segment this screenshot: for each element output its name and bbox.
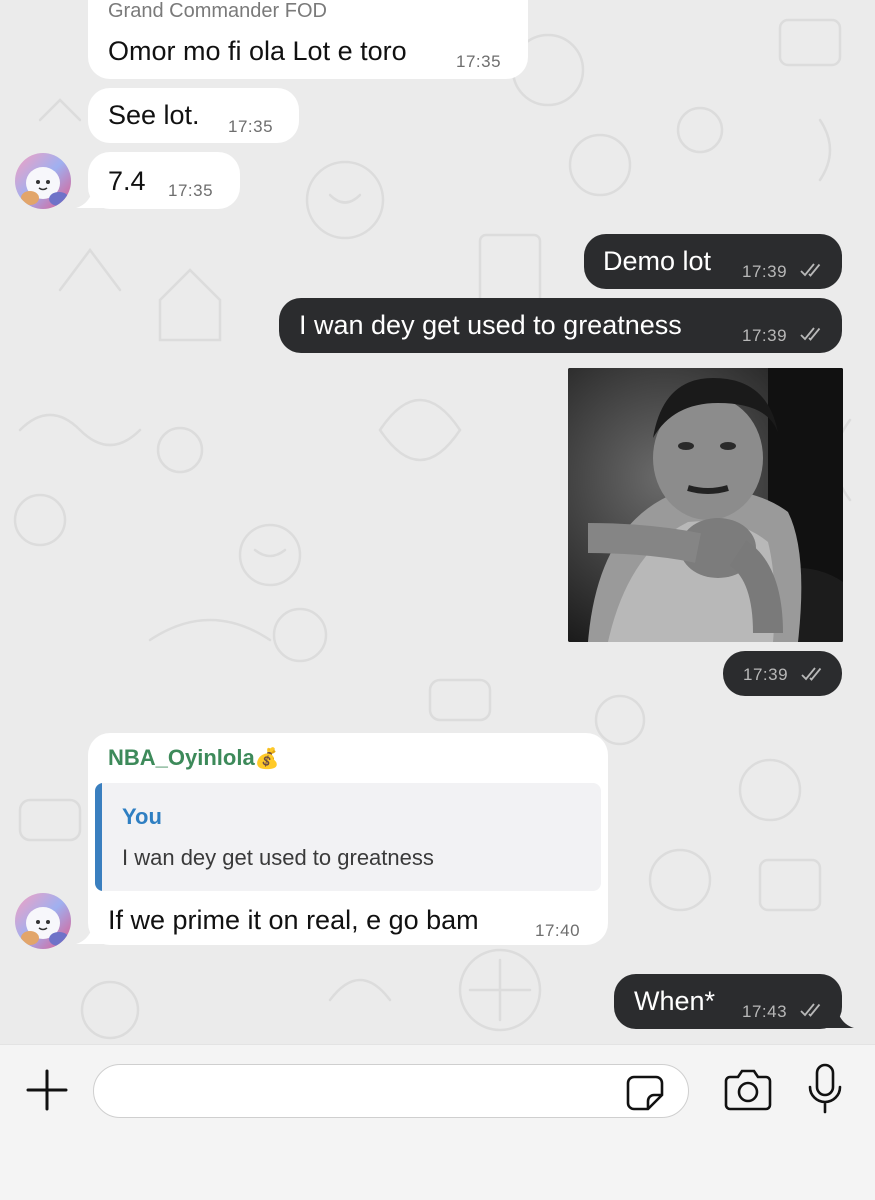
message-time: 17:39 bbox=[742, 262, 788, 281]
message-bubble[interactable]: When* 17:43 bbox=[614, 974, 842, 1029]
bubble-tail bbox=[76, 186, 104, 208]
message-text: See lot. bbox=[108, 100, 200, 130]
message-text: When* bbox=[634, 986, 716, 1016]
message-time: 17:43 bbox=[742, 1002, 788, 1021]
message-sender[interactable]: NBA_Oyinlola💰 bbox=[108, 745, 280, 771]
money-bag-icon: 💰 bbox=[254, 748, 280, 770]
quote-author: You bbox=[122, 804, 162, 829]
sender-name: NBA_Oyinlola bbox=[108, 745, 255, 770]
message-bubble[interactable]: 7.4 17:35 bbox=[88, 152, 240, 209]
read-receipt-icon bbox=[801, 667, 822, 681]
message-bubble[interactable]: Demo lot 17:39 bbox=[584, 234, 842, 289]
message-time: 17:39 bbox=[743, 665, 789, 684]
bubble-tail bbox=[76, 922, 104, 944]
message-text: Demo lot bbox=[603, 246, 712, 276]
message-text: 7.4 bbox=[108, 166, 146, 196]
message-text: I wan dey get used to greatness bbox=[299, 310, 682, 340]
message-time: 17:35 bbox=[456, 52, 502, 71]
message-bubble[interactable]: See lot. 17:35 bbox=[88, 88, 299, 143]
plus-icon[interactable] bbox=[24, 1067, 70, 1113]
avatar[interactable] bbox=[15, 153, 71, 209]
microphone-icon[interactable] bbox=[806, 1063, 844, 1115]
message-text: If we prime it on real, e go bam bbox=[108, 905, 479, 935]
read-receipt-icon bbox=[800, 327, 821, 341]
message-time: 17:35 bbox=[228, 117, 274, 136]
quoted-message[interactable]: You I wan dey get used to greatness bbox=[95, 783, 601, 891]
message-time: 17:39 bbox=[742, 326, 788, 345]
message-text: Omor mo fi ola Lot e toro bbox=[108, 36, 407, 66]
message-time: 17:35 bbox=[168, 181, 214, 200]
chat-area[interactable]: Grand Commander FOD Omor mo fi ola Lot e… bbox=[0, 0, 875, 1044]
bubble-tail bbox=[826, 1006, 854, 1028]
camera-icon[interactable] bbox=[722, 1067, 774, 1113]
photo-image bbox=[568, 368, 843, 642]
message-input[interactable] bbox=[93, 1064, 689, 1118]
sticker-icon[interactable] bbox=[626, 1073, 666, 1111]
quote-bar bbox=[95, 783, 102, 891]
message-time: 17:40 bbox=[535, 921, 581, 940]
avatar[interactable] bbox=[15, 893, 71, 949]
image-timestamp: 17:39 bbox=[723, 651, 842, 696]
message-bubble[interactable]: I wan dey get used to greatness 17:39 bbox=[279, 298, 842, 353]
read-receipt-icon bbox=[800, 1003, 821, 1017]
message-bubble[interactable]: Grand Commander FOD Omor mo fi ola Lot e… bbox=[88, 0, 528, 79]
read-receipt-icon bbox=[800, 263, 821, 277]
image-message[interactable] bbox=[568, 368, 843, 642]
quote-text: I wan dey get used to greatness bbox=[122, 845, 434, 870]
message-composer bbox=[0, 1044, 875, 1200]
message-sender[interactable]: Grand Commander FOD bbox=[108, 0, 327, 23]
